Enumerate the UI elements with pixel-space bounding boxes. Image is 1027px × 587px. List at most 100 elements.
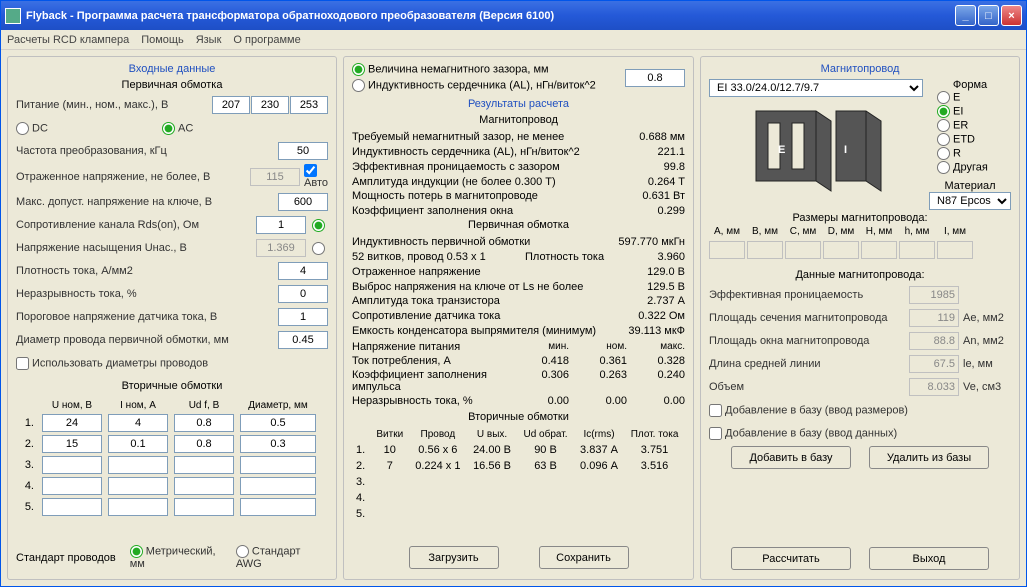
refl-input — [250, 168, 300, 186]
add-dims-checkbox[interactable]: Добавление в базу (ввод размеров) — [709, 404, 1011, 417]
close-button[interactable]: × — [1001, 5, 1022, 26]
gap-input[interactable] — [625, 69, 685, 87]
dwire-input[interactable] — [278, 331, 328, 349]
sec3-ud[interactable] — [174, 456, 234, 474]
menu-help[interactable]: Помощь — [141, 34, 184, 46]
dims-label: Размеры магнитопровода: — [709, 212, 1011, 224]
ve-value — [909, 378, 959, 396]
core-image: E I — [741, 101, 891, 201]
unas-label: Напряжение насыщения Uнас., В — [16, 242, 256, 254]
results-title: Результаты расчета — [352, 98, 685, 110]
app-icon — [5, 8, 21, 24]
menu-lang[interactable]: Язык — [196, 34, 222, 46]
shape-label: Форма — [929, 79, 1011, 91]
wire-metric-radio[interactable]: Метрический, мм — [130, 545, 222, 570]
use-diam-checkbox[interactable]: Использовать диаметры проводов — [16, 357, 328, 370]
res-core-title: Магнитопровод — [352, 114, 685, 126]
dims-header: A, ммB, ммC, ммD, ммH, ммh, ммI, мм — [709, 226, 1011, 237]
sec1-i[interactable] — [108, 414, 168, 432]
sec5-i[interactable] — [108, 498, 168, 516]
jdens-label: Плотность тока, А/мм2 — [16, 265, 278, 277]
sec5-u[interactable] — [42, 498, 102, 516]
save-button[interactable]: Сохранить — [539, 546, 629, 569]
sec2-i[interactable] — [108, 435, 168, 453]
secondary-results: ВиткиПроводU вых.Ud обрат.Ic(rms)Плот. т… — [352, 427, 685, 522]
supply-max[interactable] — [290, 96, 328, 114]
exit-button[interactable]: Выход — [869, 547, 989, 570]
dim-a — [709, 241, 745, 259]
thresh-label: Пороговое напряжение датчика тока, В — [16, 311, 278, 323]
rds-radio[interactable] — [312, 219, 325, 232]
minimize-button[interactable]: _ — [955, 5, 976, 26]
core-title: Магнитопровод — [709, 63, 1011, 75]
coredata-title: Данные магнитопровода: — [709, 269, 1011, 281]
sec1-ud[interactable] — [174, 414, 234, 432]
discont-label: Неразрывность тока, % — [16, 288, 278, 300]
freq-input[interactable] — [278, 142, 328, 160]
core-results: Требуемый немагнитный зазор, не менее0.6… — [352, 130, 685, 219]
calculate-button[interactable]: Рассчитать — [731, 547, 851, 570]
discont-input[interactable] — [278, 285, 328, 303]
sec4-ud[interactable] — [174, 477, 234, 495]
sec1-d[interactable] — [240, 414, 316, 432]
material-select[interactable]: N87 Epcos — [929, 192, 1011, 210]
jdens-input[interactable] — [278, 262, 328, 280]
sec2-u[interactable] — [42, 435, 102, 453]
supply-min[interactable] — [212, 96, 250, 114]
sec3-i[interactable] — [108, 456, 168, 474]
sec4-d[interactable] — [240, 477, 316, 495]
sec2-ud[interactable] — [174, 435, 234, 453]
unas-input — [256, 239, 306, 257]
core-panel: Магнитопровод EI 33.0/24.0/12.7/9.7 E I — [700, 56, 1020, 580]
gap-radio[interactable]: Величина немагнитного зазора, мм — [352, 63, 596, 76]
add-to-db-button[interactable]: Добавить в базу — [731, 446, 851, 469]
primary-title: Первичная обмотка — [16, 79, 328, 91]
delete-from-db-button[interactable]: Удалить из базы — [869, 446, 989, 469]
shape-e-radio[interactable]: E — [937, 91, 1011, 104]
mu-value — [909, 286, 959, 304]
refl-label: Отраженное напряжение, не более, В — [16, 171, 250, 183]
dims-inputs — [709, 241, 1011, 259]
sec3-d[interactable] — [240, 456, 316, 474]
thresh-input[interactable] — [278, 308, 328, 326]
wire-awg-radio[interactable]: Стандарт AWG — [236, 545, 328, 570]
window-title: Flyback - Программа расчета трансформато… — [26, 10, 955, 22]
sec2-d[interactable] — [240, 435, 316, 453]
menu-about[interactable]: О программе — [233, 34, 300, 46]
menu-rcd[interactable]: Расчеты RCD клампера — [7, 34, 129, 46]
svg-text:I: I — [844, 144, 847, 156]
ac-radio[interactable]: AC — [162, 122, 298, 135]
unas-radio[interactable] — [312, 242, 325, 255]
sec5-d[interactable] — [240, 498, 316, 516]
sec4-i[interactable] — [108, 477, 168, 495]
ae-value — [909, 309, 959, 327]
add-data-checkbox[interactable]: Добавление в базу (ввод данных) — [709, 427, 1011, 440]
sec5-ud[interactable] — [174, 498, 234, 516]
res-prim-title: Первичная обмотка — [352, 219, 685, 231]
load-button[interactable]: Загрузить — [409, 546, 499, 569]
auto-checkbox[interactable]: Авто — [304, 164, 328, 189]
dwire-label: Диаметр провода первичной обмотки, мм — [16, 334, 278, 346]
core-select[interactable]: EI 33.0/24.0/12.7/9.7 — [709, 79, 923, 97]
shape-r-radio[interactable]: R — [937, 147, 1011, 160]
maximize-button[interactable]: □ — [978, 5, 999, 26]
wire-std-label: Стандарт проводов — [16, 552, 116, 564]
shape-er-radio[interactable]: ER — [937, 119, 1011, 132]
svg-text:E: E — [778, 144, 785, 156]
sec1-u[interactable] — [42, 414, 102, 432]
sec4-u[interactable] — [42, 477, 102, 495]
input-title: Входные данные — [16, 63, 328, 75]
sec3-u[interactable] — [42, 456, 102, 474]
vmax-input[interactable] — [278, 193, 328, 211]
primary-results: Индуктивность первичной обмотки597.770 м… — [352, 235, 685, 339]
supply-nom[interactable] — [251, 96, 289, 114]
res-sec-title: Вторичные обмотки — [352, 411, 685, 423]
rds-input[interactable] — [256, 216, 306, 234]
freq-label: Частота преобразования, кГц — [16, 145, 278, 157]
al-radio[interactable]: Индуктивность сердечника (AL), нГн/виток… — [352, 79, 596, 92]
dc-radio[interactable]: DC — [16, 122, 152, 135]
shape-other-radio[interactable]: Другая — [937, 161, 1011, 174]
supply-label: Питание (мин., ном., макс.), В — [16, 99, 212, 111]
shape-ei-radio[interactable]: EI — [937, 105, 1011, 118]
shape-etd-radio[interactable]: ETD — [937, 133, 1011, 146]
